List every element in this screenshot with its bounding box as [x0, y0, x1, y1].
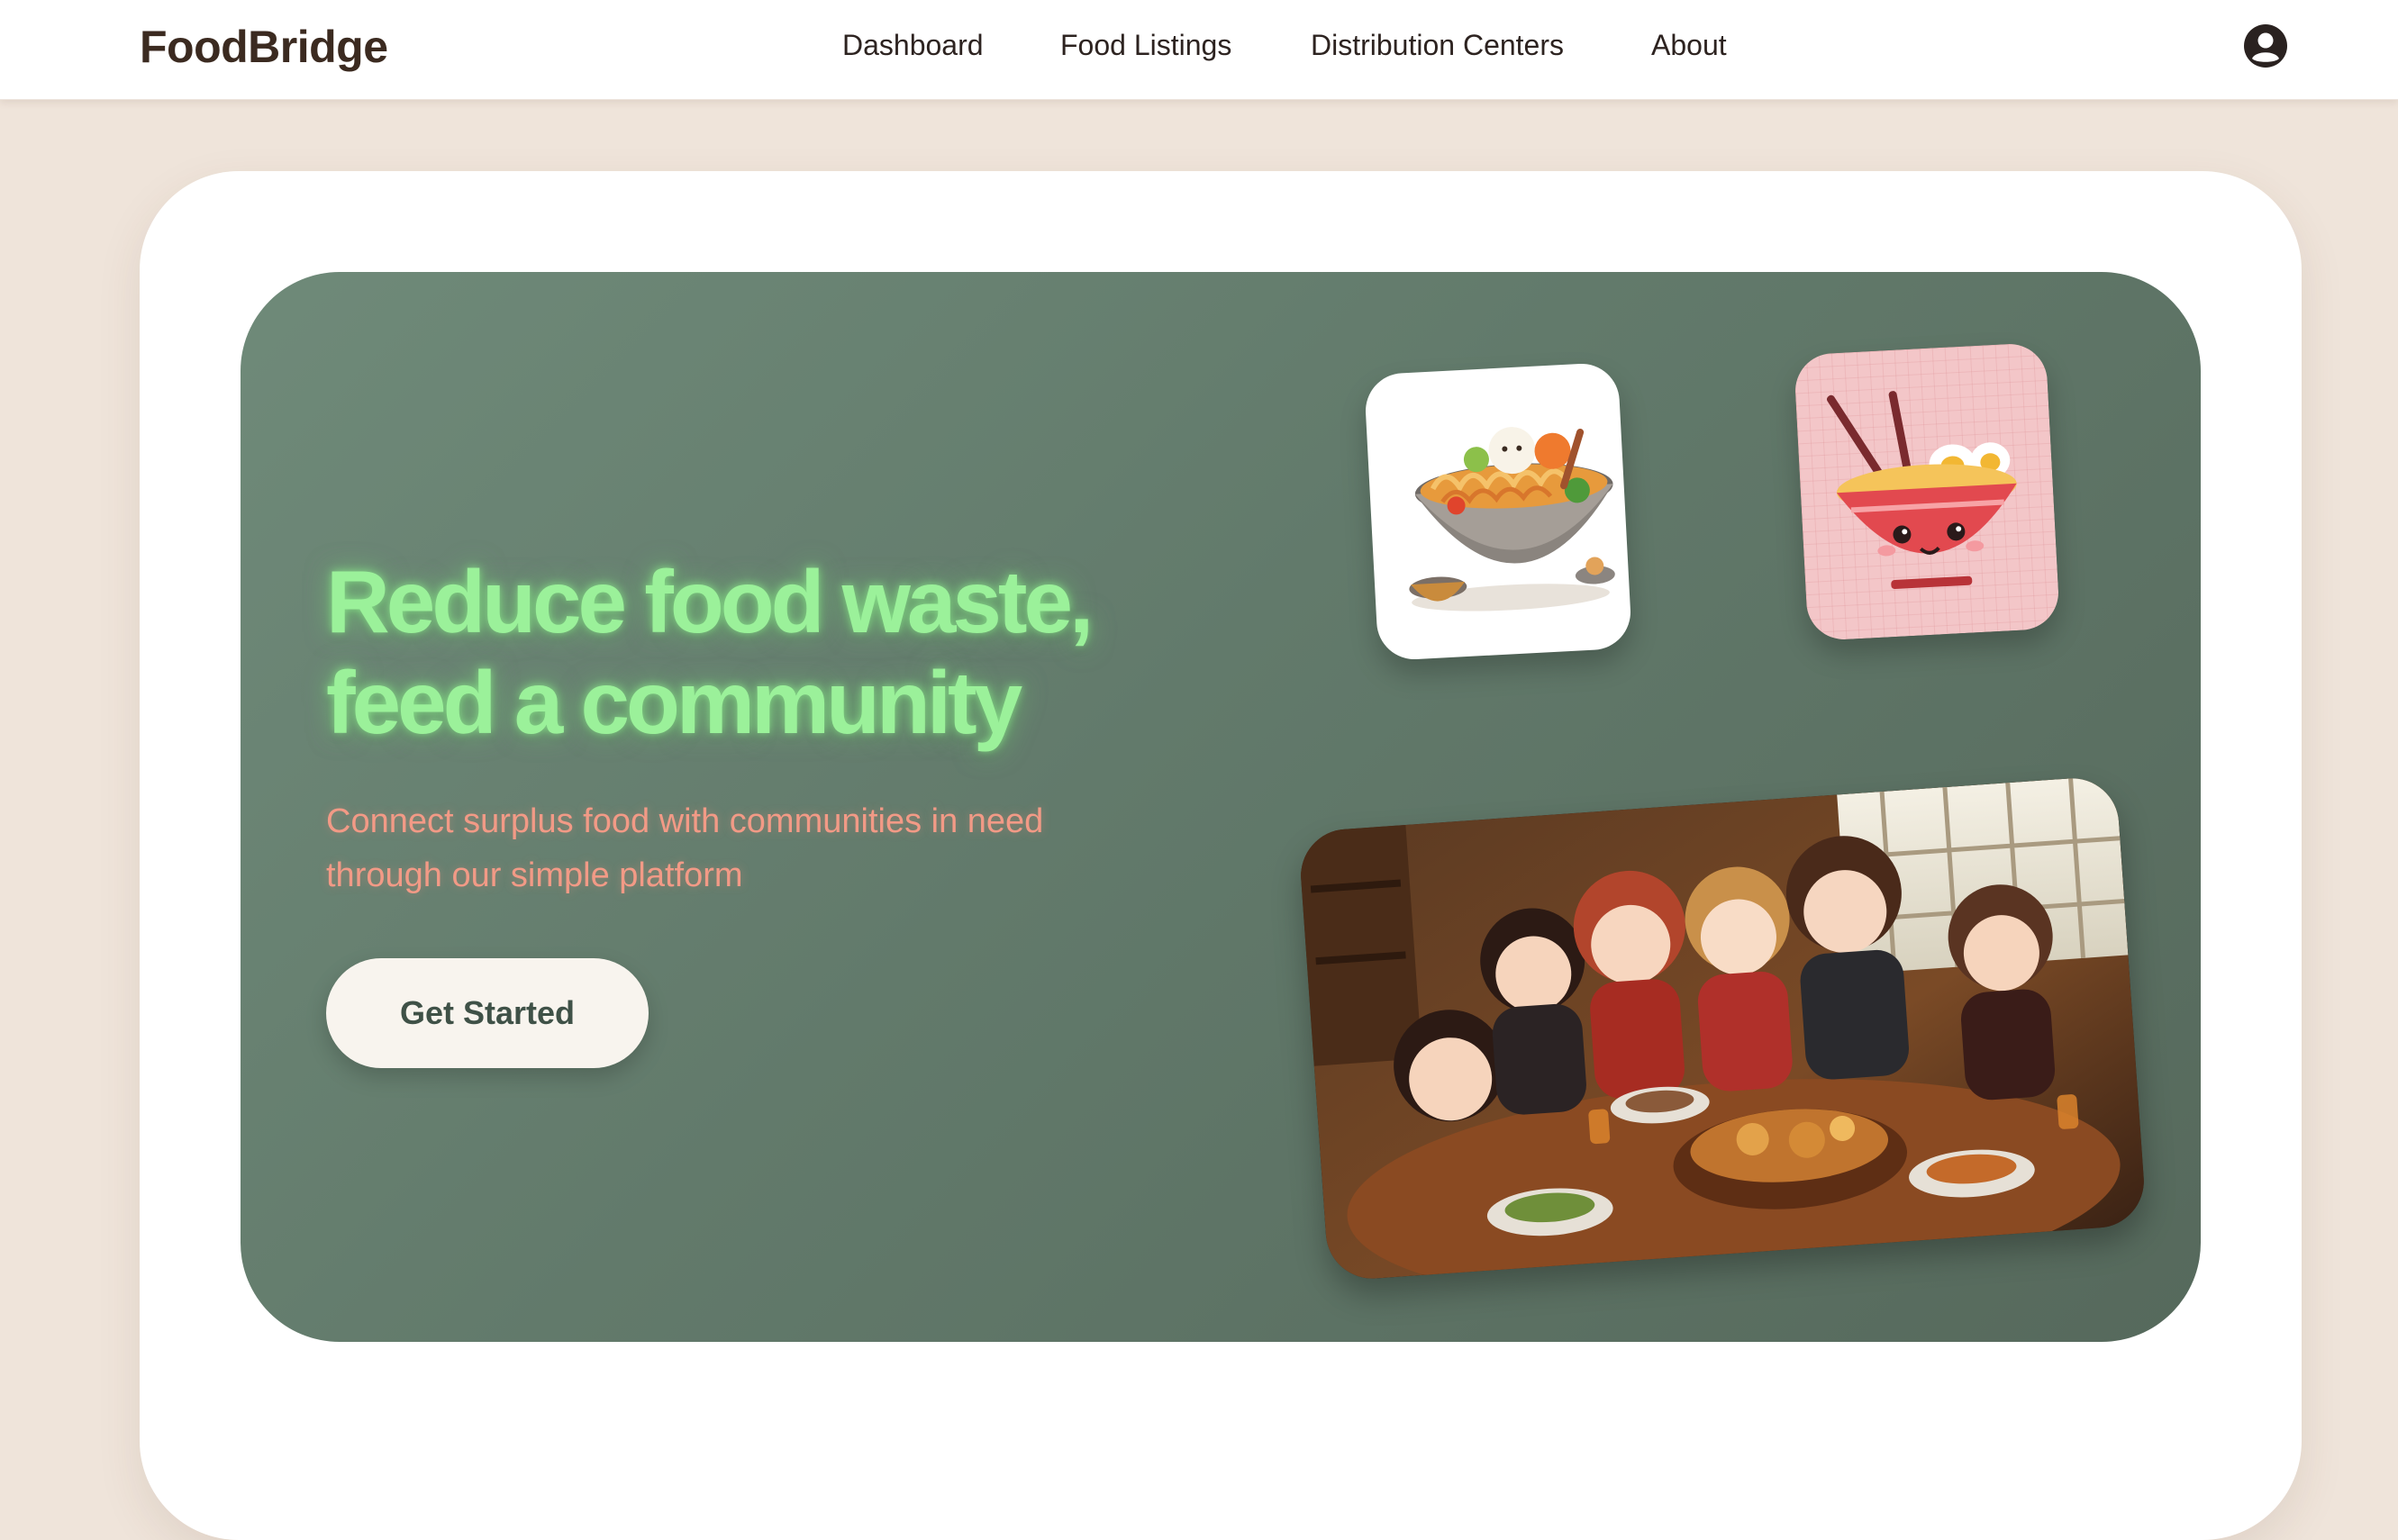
- hero-headline-line-2: feed a community: [326, 653, 1022, 752]
- nav-link-about[interactable]: About: [1651, 25, 1727, 65]
- hero-headline: Reduce food waste, feed a community: [326, 551, 1317, 753]
- hero-section: Reduce food waste, feed a community Conn…: [241, 272, 2201, 1342]
- user-account-icon[interactable]: [2243, 23, 2288, 68]
- nav-link-distribution-centers[interactable]: Distribution Centers: [1311, 25, 1564, 65]
- ramen-bowl-image: [1793, 341, 2061, 642]
- main-nav: Dashboard Food Listings Distribution Cen…: [0, 25, 2398, 65]
- top-navigation-bar: FoodBridge Dashboard Food Listings Distr…: [0, 0, 2398, 100]
- hero-headline-line-1: Reduce food waste,: [326, 552, 1094, 651]
- get-started-button[interactable]: Get Started: [326, 958, 649, 1068]
- hero-subtitle: Connect surplus food with communities in…: [326, 794, 1191, 902]
- hero-subtitle-line-2: through our simple platform: [326, 856, 743, 894]
- nav-link-dashboard[interactable]: Dashboard: [842, 25, 984, 65]
- community-meal-image: [1297, 775, 2148, 1282]
- hero-subtitle-line-1: Connect surplus food with communities in…: [326, 802, 1044, 840]
- noodle-bowl-image: [1363, 361, 1633, 662]
- nav-link-food-listings[interactable]: Food Listings: [1060, 25, 1231, 65]
